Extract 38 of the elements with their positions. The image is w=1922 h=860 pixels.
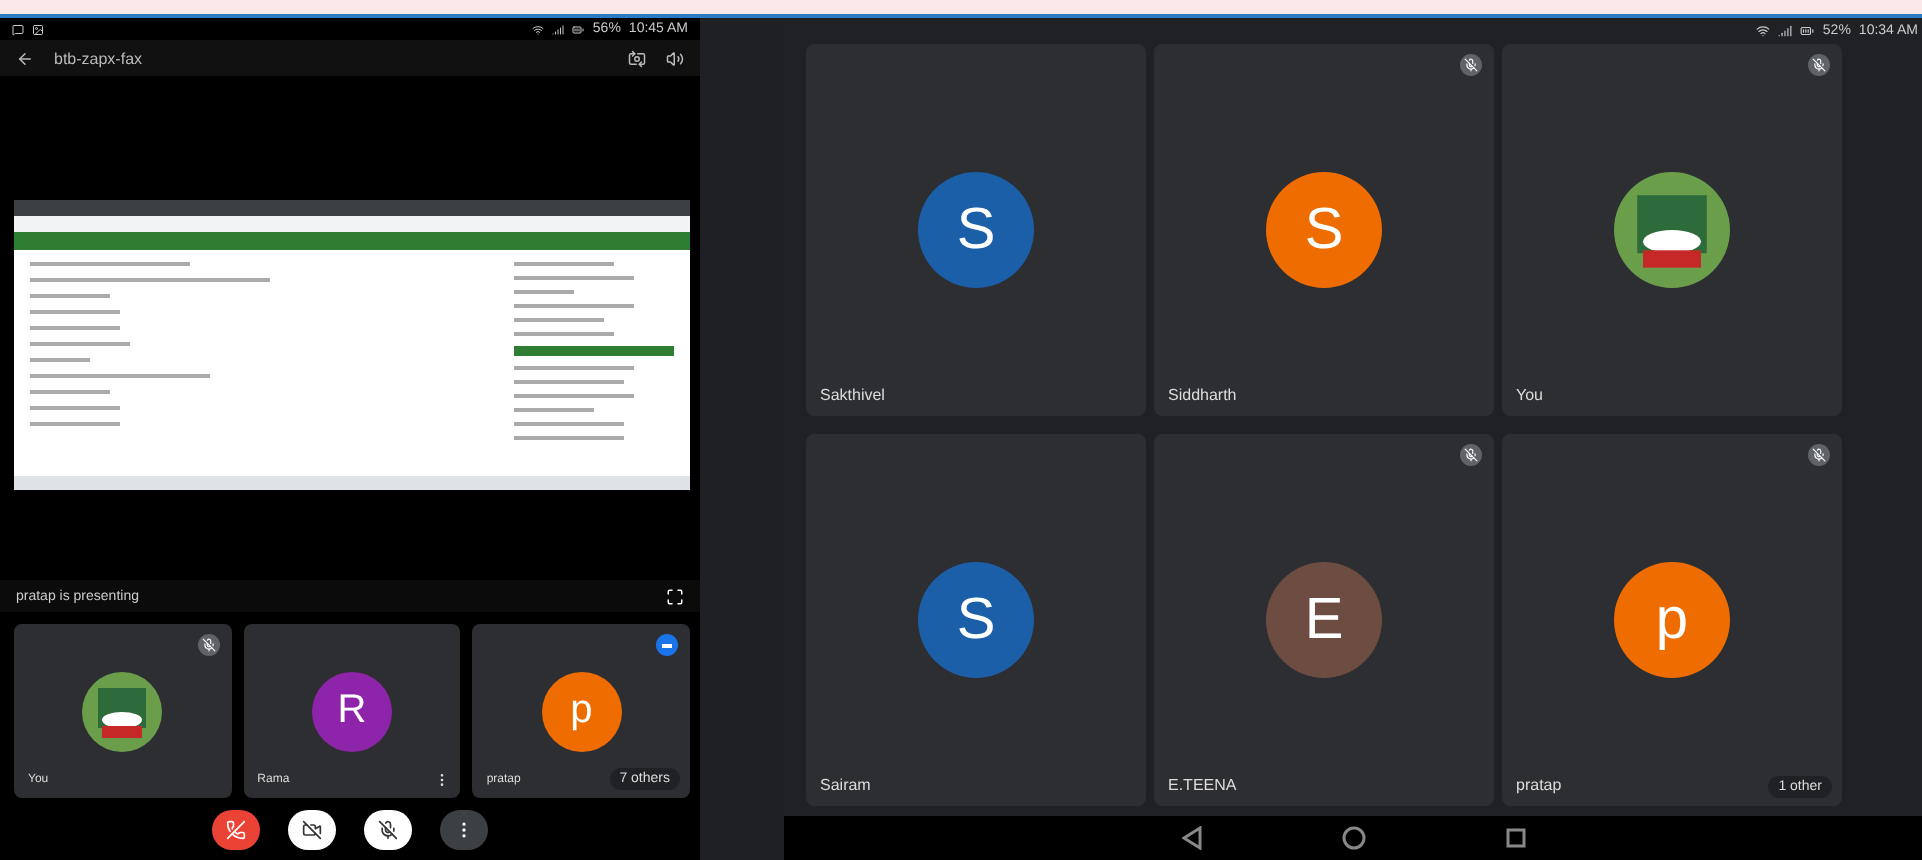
signal-icon — [552, 23, 565, 35]
battery-icon — [572, 23, 585, 35]
avatar-circle: p — [1614, 562, 1730, 678]
avatar-circle: S — [918, 562, 1034, 678]
participant-name: E.TEENA — [1168, 776, 1237, 794]
avatar-drawing — [82, 671, 163, 751]
avatar-circle: R — [311, 671, 392, 751]
more-button[interactable] — [440, 809, 488, 849]
home-icon[interactable] — [1341, 826, 1365, 850]
mic-off-button[interactable] — [364, 809, 412, 849]
back-icon[interactable] — [1181, 826, 1201, 850]
image-icon — [32, 23, 44, 35]
end-call-button[interactable] — [212, 809, 260, 849]
signal-icon — [1778, 24, 1793, 38]
back-icon[interactable] — [16, 49, 34, 67]
wifi-icon — [1756, 24, 1771, 38]
avatar-circle: S — [918, 172, 1034, 288]
end-call-icon — [226, 819, 246, 839]
avatar-circle: E — [1266, 562, 1382, 678]
fullscreen-icon[interactable] — [666, 587, 684, 605]
avatar-drawing — [1614, 172, 1730, 288]
recents-icon[interactable] — [1505, 828, 1525, 848]
notification-icon — [12, 23, 24, 35]
avatar-circle: p — [541, 671, 622, 751]
participant-name: Sakthivel — [820, 386, 885, 404]
participant-name: Siddharth — [1168, 386, 1237, 404]
camera-off-icon — [302, 819, 322, 839]
camera-off-button[interactable] — [288, 809, 336, 849]
battery-icon — [1800, 24, 1815, 38]
speaker-icon[interactable] — [666, 49, 684, 67]
participant-name: Sairam — [820, 776, 871, 794]
switch-camera-icon[interactable] — [628, 49, 646, 67]
avatar-circle: S — [1266, 172, 1382, 288]
participant-name: pratap — [1516, 776, 1562, 794]
wifi-icon — [532, 23, 545, 35]
meeting-code[interactable]: btb-zapx-fax — [54, 49, 143, 67]
participant-name: You — [1516, 386, 1543, 404]
mic-off-icon — [378, 819, 398, 839]
